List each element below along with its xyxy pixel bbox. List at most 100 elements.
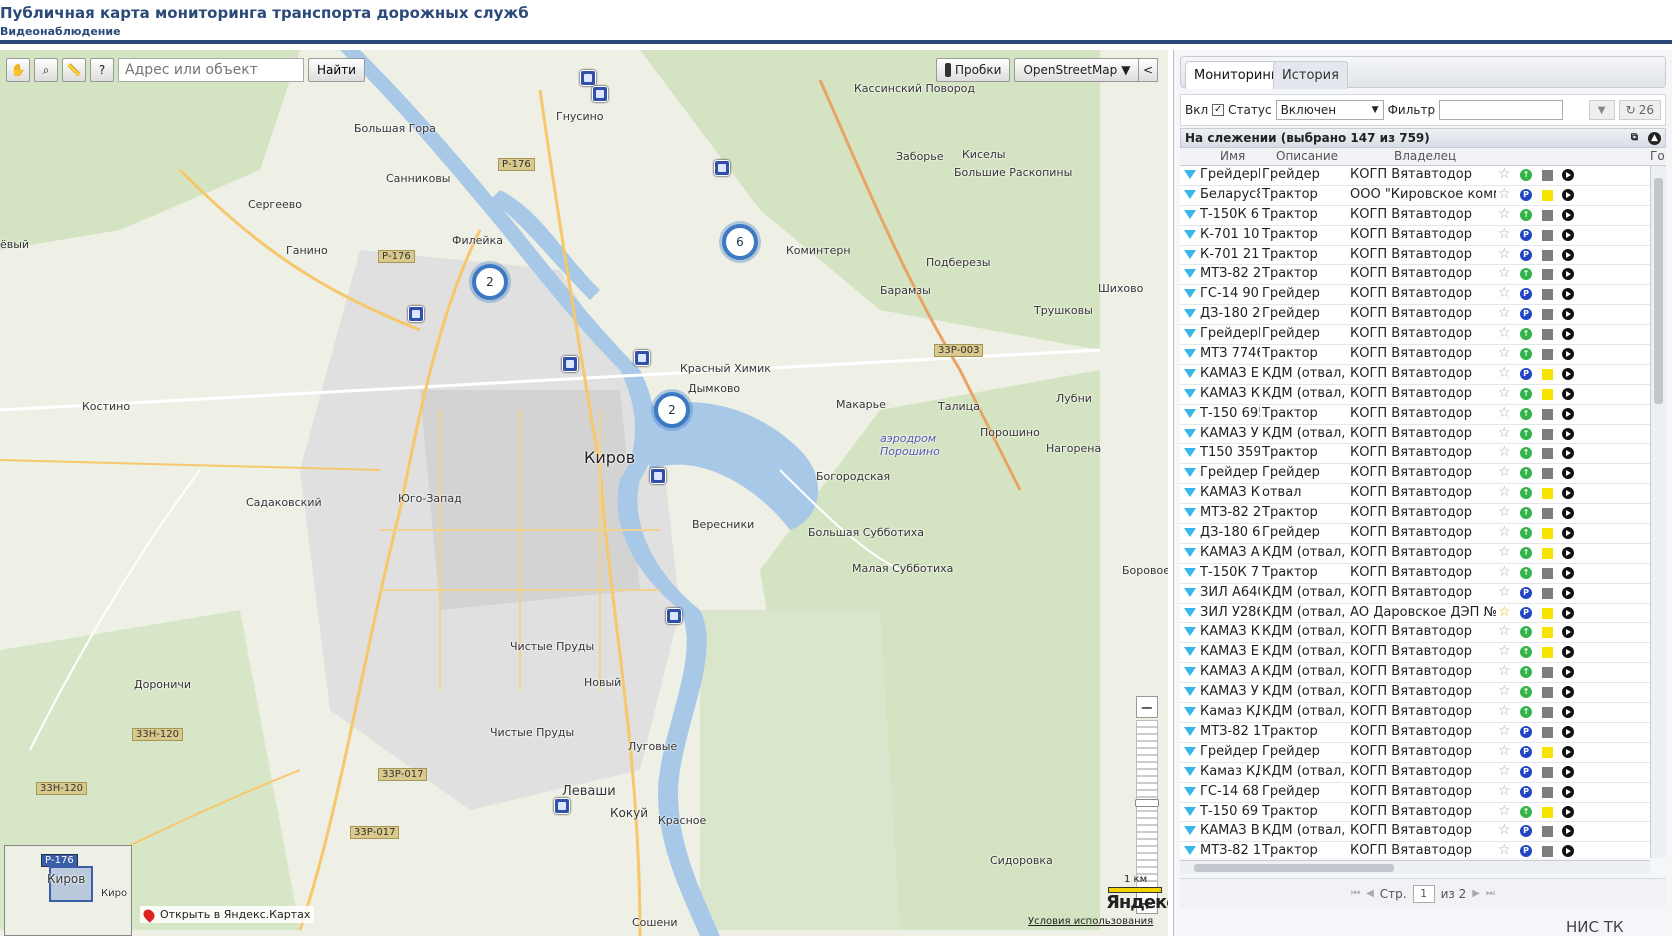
table-row[interactable]: Т-150 69 Трактор КОГП Вятавтодор ☆ ↑ bbox=[1180, 803, 1650, 823]
map-view[interactable]: Кассинский Повород Гнусино Большая Гора … bbox=[0, 50, 1168, 936]
favorite-star-icon[interactable]: ☆ bbox=[1498, 464, 1511, 480]
refresh-button[interactable]: ↻ 26 bbox=[1618, 100, 1661, 120]
vehicle-marker[interactable] bbox=[650, 468, 666, 484]
table-row[interactable]: МТЗ 7746 Трактор КОГП Вятавтодор ☆ ↑ bbox=[1180, 345, 1650, 365]
scroll-thumb[interactable] bbox=[1654, 178, 1663, 404]
vehicle-cluster[interactable]: 6 bbox=[722, 224, 758, 260]
expand-arrow-icon[interactable] bbox=[1184, 488, 1196, 498]
favorite-star-icon[interactable]: ☆ bbox=[1498, 285, 1511, 301]
vehicle-marker[interactable] bbox=[554, 798, 570, 814]
vehicle-cluster[interactable]: 2 bbox=[472, 264, 508, 300]
expand-arrow-icon[interactable] bbox=[1184, 528, 1196, 538]
expand-arrow-icon[interactable] bbox=[1184, 587, 1196, 597]
favorite-star-icon[interactable]: ☆ bbox=[1498, 683, 1511, 699]
favorite-star-icon[interactable]: ☆ bbox=[1498, 325, 1511, 341]
track-play-icon[interactable] bbox=[1562, 666, 1574, 679]
track-play-icon[interactable] bbox=[1562, 626, 1574, 639]
track-play-icon[interactable] bbox=[1562, 586, 1574, 599]
collapse-panel-button[interactable]: < bbox=[1138, 58, 1158, 82]
track-play-icon[interactable] bbox=[1562, 706, 1574, 719]
favorite-star-icon[interactable]: ☆ bbox=[1498, 544, 1511, 560]
zoom-out-button[interactable]: − bbox=[1136, 696, 1158, 718]
table-row[interactable]: ГС-14 68 Грейдер КОГП Вятавтодор ☆ P bbox=[1180, 783, 1650, 803]
table-row[interactable]: КАМАЗ ККДМ (отвал, пКОГП Вятавтодор ☆ ↑ bbox=[1180, 385, 1650, 405]
expand-arrow-icon[interactable] bbox=[1184, 448, 1196, 458]
expand-arrow-icon[interactable] bbox=[1184, 269, 1196, 279]
track-play-icon[interactable] bbox=[1562, 686, 1574, 699]
table-row[interactable]: Камаз КДКДМ (отвал, пКОГП Вятавтодор ☆ P bbox=[1180, 763, 1650, 783]
track-play-icon[interactable] bbox=[1562, 825, 1574, 838]
expand-arrow-icon[interactable] bbox=[1184, 766, 1196, 776]
table-row[interactable]: МТЗ-82 2 Трактор КОГП Вятавтодор ☆ ↑ bbox=[1180, 265, 1650, 286]
column-more[interactable]: Го bbox=[1650, 149, 1665, 163]
expand-arrow-icon[interactable] bbox=[1184, 189, 1196, 199]
table-row[interactable]: КАМАЗ ЕКДМ (отвал, пКОГП Вятавтодор ☆ ↑ bbox=[1180, 643, 1650, 664]
next-page-icon[interactable]: ▶ bbox=[1472, 888, 1480, 899]
expand-arrow-icon[interactable] bbox=[1184, 786, 1196, 796]
expand-arrow-icon[interactable] bbox=[1184, 846, 1196, 856]
table-row[interactable]: Камаз КДКДМ (отвал, пКОГП Вятавтодор ☆ ↑ bbox=[1180, 703, 1650, 723]
favorite-star-icon[interactable]: ☆ bbox=[1498, 166, 1511, 182]
expand-arrow-icon[interactable] bbox=[1184, 707, 1196, 717]
favorite-star-icon[interactable]: ☆ bbox=[1498, 803, 1511, 819]
favorite-star-icon[interactable]: ☆ bbox=[1498, 246, 1511, 262]
filter-input[interactable] bbox=[1439, 100, 1564, 120]
expand-arrow-icon[interactable] bbox=[1184, 468, 1196, 478]
table-row[interactable]: КАМАЗ УКДМ (отвал, пКОГП Вятавтодор ☆ ↑ bbox=[1180, 425, 1650, 445]
column-description[interactable]: Описание bbox=[1276, 149, 1338, 163]
prev-page-icon[interactable]: ◀ bbox=[1366, 888, 1374, 899]
favorite-star-icon[interactable]: ☆ bbox=[1498, 385, 1511, 401]
table-row[interactable]: ГрейдерГ Грейдер КОГП Вятавтодор ☆ ↑ bbox=[1180, 166, 1650, 186]
expand-arrow-icon[interactable] bbox=[1184, 209, 1196, 219]
expand-arrow-icon[interactable] bbox=[1184, 508, 1196, 518]
table-row[interactable]: КАМАЗ ВКДМ (отвал, пКОГП Вятавтодор ☆ P bbox=[1180, 822, 1650, 843]
popout-icon[interactable]: ⧉ bbox=[1631, 132, 1638, 145]
address-search-input[interactable] bbox=[118, 58, 304, 82]
table-row[interactable]: МТЗ-82 1 Трактор КОГП Вятавтодор ☆ P bbox=[1180, 723, 1650, 743]
zoom-slider[interactable] bbox=[1135, 720, 1159, 890]
expand-arrow-icon[interactable] bbox=[1184, 408, 1196, 418]
expand-arrow-icon[interactable] bbox=[1184, 289, 1196, 299]
track-play-icon[interactable] bbox=[1562, 427, 1574, 440]
status-checkbox[interactable]: ✓ bbox=[1212, 104, 1225, 116]
expand-arrow-icon[interactable] bbox=[1184, 687, 1196, 697]
scroll-thumb[interactable] bbox=[1194, 864, 1394, 872]
track-play-icon[interactable] bbox=[1562, 169, 1574, 181]
track-play-icon[interactable] bbox=[1562, 646, 1574, 659]
track-play-icon[interactable] bbox=[1562, 228, 1574, 241]
column-owner[interactable]: Владелец bbox=[1394, 149, 1456, 163]
video-surveillance-link[interactable]: Видеонаблюдение bbox=[0, 25, 121, 38]
favorite-star-icon[interactable]: ☆ bbox=[1498, 265, 1511, 281]
vehicle-cluster[interactable]: 2 bbox=[654, 392, 690, 428]
table-row[interactable]: КАМАЗ УКДМ (отвал, пКОГП Вятавтодор ☆ ↑ bbox=[1180, 683, 1650, 704]
horizontal-scrollbar[interactable] bbox=[1180, 860, 1650, 874]
expand-arrow-icon[interactable] bbox=[1184, 547, 1196, 557]
minimap[interactable]: Р-176 Киров Киро bbox=[4, 845, 132, 936]
table-row[interactable]: ЗИЛ А640КДМ (отвал, пКОГП Вятавтодор ☆ P bbox=[1180, 584, 1650, 604]
vehicle-marker[interactable] bbox=[714, 160, 730, 176]
expand-arrow-icon[interactable] bbox=[1184, 726, 1196, 736]
status-select[interactable]: Включен ▼ bbox=[1275, 100, 1384, 120]
filter-dropdown-button[interactable]: ▼ bbox=[1588, 100, 1615, 120]
expand-arrow-icon[interactable] bbox=[1184, 627, 1196, 637]
open-in-yandex-link[interactable]: Открыть в Яндекс.Картах bbox=[140, 906, 315, 923]
track-play-icon[interactable] bbox=[1562, 367, 1574, 380]
expand-arrow-icon[interactable] bbox=[1184, 806, 1196, 816]
favorite-star-icon[interactable]: ☆ bbox=[1498, 405, 1511, 421]
table-row[interactable]: МТЗ-82 2 Трактор КОГП Вятавтодор ☆ ↑ bbox=[1180, 504, 1650, 525]
table-row[interactable]: ГрейдерГ Грейдер КОГП Вятавтодор ☆ ↑ bbox=[1180, 325, 1650, 346]
table-row[interactable]: КАМАЗ К5отвал КОГП Вятавтодор ☆ ↑ bbox=[1180, 484, 1650, 505]
table-row[interactable]: Грейдер Грейдер КОГП Вятавтодор ☆ ↑ bbox=[1180, 464, 1650, 485]
vehicle-marker[interactable] bbox=[634, 350, 650, 366]
column-name[interactable]: Имя bbox=[1220, 149, 1245, 163]
track-play-icon[interactable] bbox=[1562, 288, 1574, 301]
track-play-icon[interactable] bbox=[1562, 725, 1574, 738]
track-play-icon[interactable] bbox=[1562, 248, 1574, 261]
expand-arrow-icon[interactable] bbox=[1184, 428, 1196, 438]
table-row[interactable]: Т150 359 Трактор КОГП Вятавтодор ☆ ↑ bbox=[1180, 444, 1650, 465]
vertical-scrollbar[interactable] bbox=[1650, 166, 1666, 858]
vehicle-marker[interactable] bbox=[666, 608, 682, 624]
table-row[interactable]: КАМАЗ ЕКДМ (отвал, пКОГП Вятавтодор ☆ P bbox=[1180, 365, 1650, 385]
expand-arrow-icon[interactable] bbox=[1184, 170, 1196, 179]
favorite-star-icon[interactable]: ☆ bbox=[1498, 186, 1511, 202]
